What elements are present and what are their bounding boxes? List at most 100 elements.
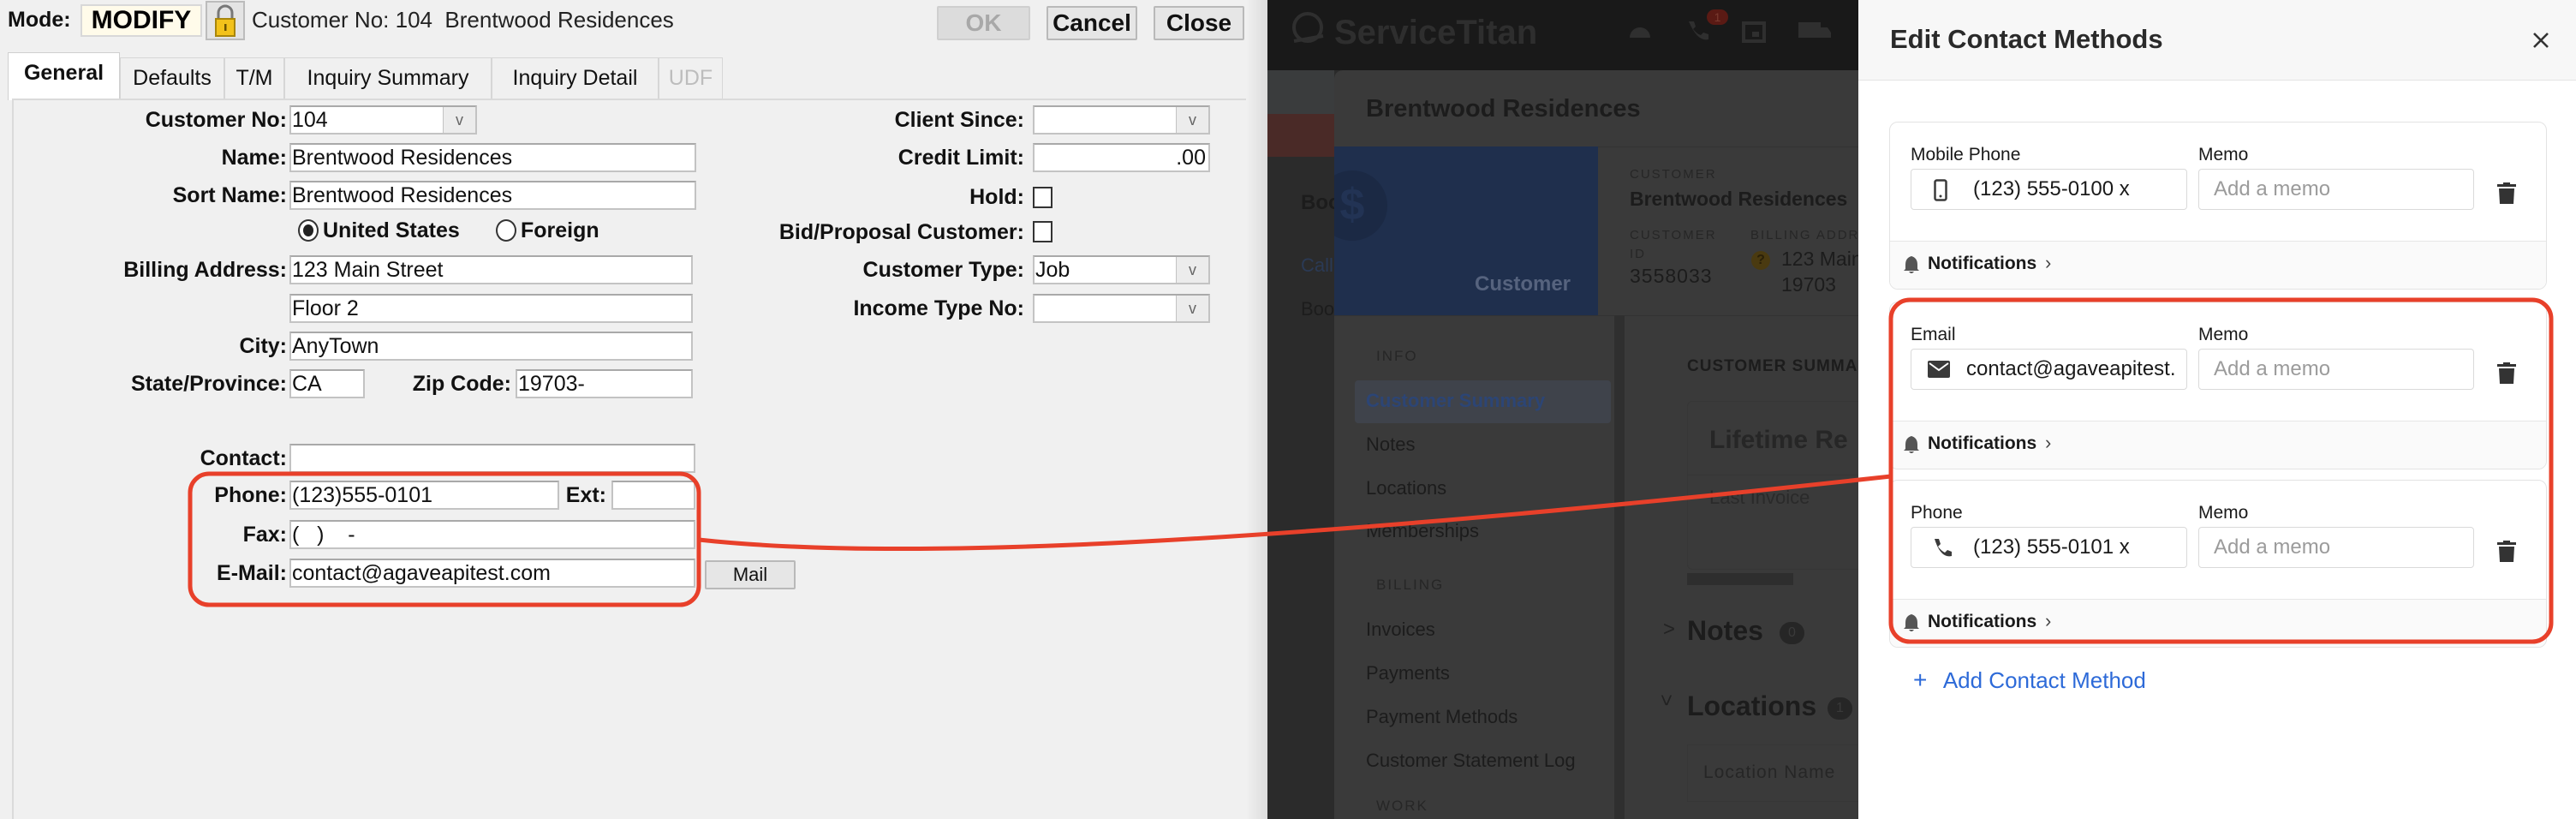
- column-header-location-name[interactable]: Location Name: [1703, 762, 1835, 782]
- tab-inquiry-detail[interactable]: Inquiry Detail: [492, 57, 659, 99]
- city-input[interactable]: AnyTown: [289, 332, 693, 361]
- truck-icon[interactable]: [1798, 21, 1833, 43]
- nav-item-label: Customer Summary: [1366, 390, 1546, 411]
- tab-inquiry-summary[interactable]: Inquiry Summary: [284, 57, 492, 99]
- tab-defaults[interactable]: Defaults: [120, 57, 224, 99]
- chevron-down-icon[interactable]: v: [1176, 107, 1208, 133]
- phone-label: Phone:: [214, 483, 287, 507]
- ext-input[interactable]: [611, 481, 695, 510]
- city-label: City:: [239, 334, 287, 358]
- email-input[interactable]: contact@agaveapitest.: [1911, 349, 2187, 390]
- close-button[interactable]: Close: [1154, 6, 1244, 40]
- close-icon[interactable]: [2531, 31, 2550, 50]
- client-since-combo[interactable]: v: [1033, 105, 1210, 135]
- notifications-toggle[interactable]: Notifications ›: [1890, 599, 2546, 647]
- bid-proposal-label: Bid/Proposal Customer:: [778, 220, 1024, 244]
- padlock-icon: [215, 4, 236, 37]
- mode-label: Mode:: [8, 8, 71, 32]
- state-label: State/Province:: [130, 372, 287, 396]
- trash-icon[interactable]: [2497, 541, 2516, 563]
- servicetitan-background: ServiceTitan 1 Boo Call Book Brentwood R…: [1267, 0, 1858, 819]
- radio-united-states[interactable]: [298, 219, 319, 242]
- dashboard-gauge-icon[interactable]: [1627, 19, 1653, 41]
- contact-label: Contact:: [200, 446, 287, 470]
- phone-input[interactable]: (123)555-0101: [289, 481, 559, 510]
- client-since-label: Client Since:: [894, 108, 1024, 132]
- email-value: contact@agaveapitest.: [1966, 357, 2176, 380]
- nav-item-payment-methods[interactable]: Payment Methods: [1366, 706, 1518, 727]
- tab-tm[interactable]: T/M: [224, 57, 284, 99]
- lock-button[interactable]: [206, 1, 245, 40]
- chevron-right-icon[interactable]: >: [1663, 618, 1675, 641]
- mobile-phone-value: (123) 555-0100 x: [1973, 177, 2130, 200]
- nav-item-notes[interactable]: Notes: [1366, 433, 1415, 455]
- nav-item-customer-summary[interactable]: Customer Summary: [1355, 380, 1611, 423]
- calendar-icon[interactable]: [1742, 19, 1766, 43]
- nav-item-locations[interactable]: Locations: [1366, 477, 1446, 499]
- notes-section-title[interactable]: Notes: [1687, 615, 1763, 646]
- fax-label: Fax:: [242, 523, 287, 547]
- mail-button[interactable]: Mail: [705, 560, 796, 589]
- chevron-down-icon[interactable]: v: [1176, 257, 1208, 283]
- credit-limit-label: Credit Limit:: [897, 146, 1024, 170]
- email-input[interactable]: contact@agaveapitest.com: [289, 559, 695, 588]
- window-header-text: Customer No: 104 Brentwood Residences: [252, 7, 674, 33]
- modal-title: Brentwood Residences: [1366, 95, 1641, 123]
- envelope-icon: [1928, 361, 1950, 378]
- zip-code-input[interactable]: 19703-: [516, 369, 693, 398]
- help-icon[interactable]: ?: [1751, 251, 1770, 270]
- nav-item-memberships[interactable]: Memberships: [1366, 520, 1479, 541]
- contact-method-card-email: Email Memo contact@agaveapitest. Add a m…: [1889, 302, 2547, 469]
- customer-no-combo[interactable]: 104 v: [289, 105, 477, 135]
- add-contact-method-button[interactable]: + Add Contact Method: [1913, 663, 2146, 697]
- cancel-button[interactable]: Cancel: [1046, 6, 1137, 40]
- last-invoice-label: Last Invoice: [1709, 487, 1810, 508]
- side-link-call[interactable]: Call: [1301, 254, 1333, 276]
- tab-general[interactable]: General: [8, 52, 120, 100]
- top-nav-bar: ServiceTitan 1: [1267, 0, 1858, 70]
- phone-icon[interactable]: [1685, 19, 1709, 43]
- mobile-phone-input[interactable]: (123) 555-0100 x: [1911, 169, 2187, 210]
- memo-label: Memo: [2198, 325, 2249, 344]
- phone-input[interactable]: (123) 555-0101 x: [1911, 527, 2187, 568]
- memo-input[interactable]: Add a memo: [2198, 169, 2474, 210]
- bid-proposal-checkbox[interactable]: [1033, 221, 1052, 242]
- nav-scrollbar[interactable]: [1614, 315, 1625, 819]
- subnav-strip: [1267, 70, 1334, 114]
- fax-input[interactable]: ( ) -: [289, 520, 695, 549]
- chevron-right-icon: ›: [2045, 432, 2052, 453]
- trash-icon[interactable]: [2497, 362, 2516, 385]
- notifications-toggle[interactable]: Notifications ›: [1890, 241, 2546, 289]
- credit-limit-input[interactable]: .00: [1033, 143, 1210, 172]
- trash-icon[interactable]: [2497, 182, 2516, 205]
- billing-line2: 19703: [1781, 273, 1836, 296]
- chevron-down-icon[interactable]: v: [1176, 296, 1208, 321]
- servicetitan-logo-icon: [1292, 12, 1324, 43]
- ok-button[interactable]: OK: [937, 6, 1030, 40]
- contact-input[interactable]: [289, 444, 695, 473]
- chevron-down-icon[interactable]: v: [443, 107, 475, 133]
- income-type-label: Income Type No:: [853, 296, 1024, 320]
- nav-item-invoices[interactable]: Invoices: [1366, 619, 1435, 640]
- method-type-label: Phone: [1911, 503, 1963, 523]
- email-label: E-Mail:: [217, 561, 287, 585]
- income-type-combo[interactable]: v: [1033, 294, 1210, 323]
- radio-foreign[interactable]: [496, 219, 516, 242]
- locations-section-title[interactable]: Locations: [1687, 690, 1816, 721]
- notifications-toggle[interactable]: Notifications ›: [1890, 421, 2546, 469]
- state-input[interactable]: CA: [289, 369, 365, 398]
- customer-name: Brentwood Residences: [1630, 188, 1848, 210]
- nav-item-customer-statement-log[interactable]: Customer Statement Log: [1366, 750, 1576, 771]
- chevron-down-icon[interactable]: >: [1655, 694, 1678, 706]
- dollar-icon: $: [1334, 170, 1387, 241]
- contact-method-card-mobile: Mobile Phone Memo (123) 555-0100 x Add a…: [1889, 122, 2547, 290]
- nav-item-payments[interactable]: Payments: [1366, 662, 1450, 684]
- ext-label: Ext:: [565, 483, 606, 507]
- customer-type-combo[interactable]: Job v: [1033, 255, 1210, 284]
- memo-input[interactable]: Add a memo: [2198, 349, 2474, 390]
- customer-id-value: 3558033: [1630, 265, 1713, 287]
- customer-type-label: Customer Type:: [862, 258, 1024, 282]
- hold-checkbox[interactable]: [1033, 187, 1052, 208]
- mobile-phone-icon: [1934, 179, 1947, 201]
- memo-input[interactable]: Add a memo: [2198, 527, 2474, 568]
